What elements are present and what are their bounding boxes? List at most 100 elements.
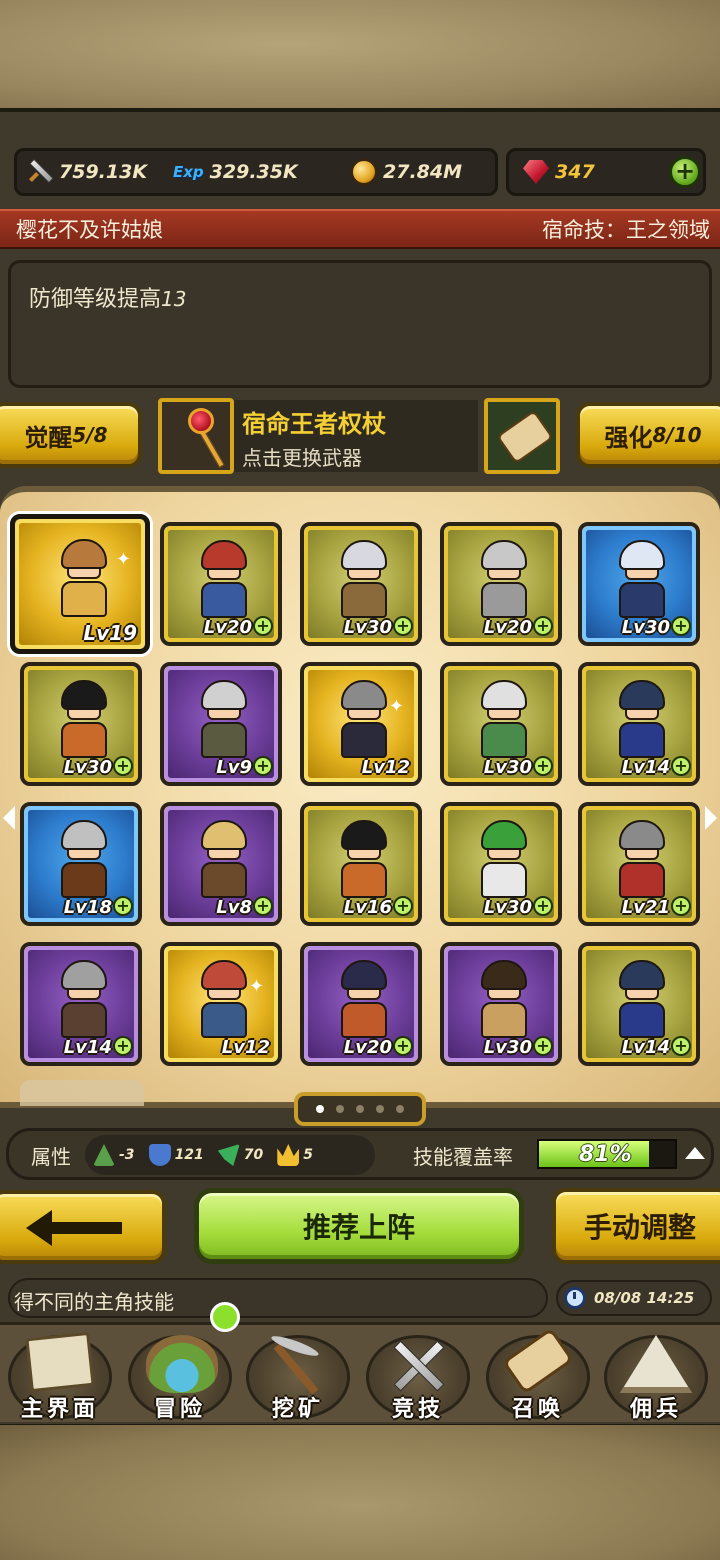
attr-shield-value: 121 (174, 1147, 204, 1163)
level-up-plus-icon[interactable]: + (113, 896, 133, 916)
weapon-name: 宿命王者权杖 (242, 410, 386, 438)
pickaxe-icon (262, 1332, 334, 1395)
hero-level: Lv30 (63, 757, 112, 778)
hero-card[interactable]: Lv14 + (20, 942, 142, 1066)
hero-card[interactable]: Lv8 + (160, 802, 282, 926)
clock-icon (564, 1287, 586, 1309)
add-gems-button[interactable]: + (669, 156, 701, 188)
expand-caret-icon[interactable] (685, 1147, 705, 1159)
hero-card[interactable]: Lv20 + (160, 522, 282, 646)
level-up-plus-icon[interactable]: + (113, 756, 133, 776)
hero-card[interactable]: Lv30 + (440, 802, 562, 926)
hero-level: Lv14 (63, 1037, 112, 1058)
hero-card[interactable]: Lv14 + (578, 942, 700, 1066)
hero-card[interactable]: ✦ Lv19 (10, 514, 150, 654)
weapon-slot[interactable] (158, 398, 234, 474)
prev-page-arrow-icon[interactable] (3, 806, 15, 830)
hero-sprite (335, 680, 393, 762)
attr-shield: 121 (148, 1144, 204, 1166)
page-dot[interactable] (376, 1105, 384, 1113)
back-button[interactable] (0, 1190, 166, 1264)
nav-summon-label: 召唤 (511, 1397, 564, 1422)
nav-main[interactable]: 主界面 (2, 1329, 118, 1422)
hero-card[interactable]: Lv20 + (300, 942, 422, 1066)
level-up-plus-icon[interactable]: + (253, 896, 273, 916)
nav-mercenary[interactable]: 佣兵 (598, 1329, 714, 1422)
sparkle-icon: ✦ (115, 549, 131, 570)
nav-mining[interactable]: 挖矿 (240, 1329, 356, 1422)
awaken-button[interactable]: 觉醒 5/8 (0, 402, 142, 468)
nature-icon (93, 1144, 115, 1166)
page-dot[interactable] (396, 1105, 404, 1113)
weapon-hint: 点击更换武器 (242, 446, 362, 470)
gold-resource: 27.84M (351, 151, 462, 193)
skill-coverage-value: 81% (579, 1142, 632, 1167)
next-page-arrow-icon[interactable] (705, 806, 717, 830)
crown-icon (277, 1144, 300, 1166)
exp-resource: Exp 329.35K (173, 151, 298, 193)
level-up-plus-icon[interactable]: + (393, 616, 413, 636)
gold-value: 27.84M (383, 161, 463, 183)
hero-card[interactable]: Lv20 + (440, 522, 562, 646)
level-up-plus-icon[interactable]: + (671, 616, 691, 636)
hero-level: Lv19 (83, 621, 137, 645)
description-text: 防御等级提高 (29, 287, 162, 312)
hero-card[interactable]: Lv16 + (300, 802, 422, 926)
weapon-info[interactable]: 宿命王者权杖 点击更换武器 (234, 400, 478, 472)
hero-sprite (195, 820, 253, 902)
hero-card[interactable]: ✦ Lv12 (300, 662, 422, 786)
skill-scroll-slot[interactable] (484, 398, 560, 474)
hero-sprite (195, 540, 253, 622)
level-up-plus-icon[interactable]: + (671, 896, 691, 916)
level-up-plus-icon[interactable]: + (393, 1036, 413, 1056)
island-icon (146, 1335, 218, 1393)
manual-adjust-button[interactable]: 手动调整 (552, 1188, 720, 1264)
recommend-deploy-button[interactable]: 推荐上阵 (194, 1188, 524, 1264)
level-up-plus-icon[interactable]: + (533, 756, 553, 776)
hero-sprite (55, 820, 113, 902)
hero-sprite (613, 960, 671, 1042)
hero-card[interactable]: Lv18 + (20, 802, 142, 926)
hero-card[interactable]: Lv30 + (578, 522, 700, 646)
nav-summon[interactable]: 召唤 (480, 1327, 596, 1422)
hero-level: Lv30 (483, 757, 532, 778)
hero-name-bar: 樱花不及许姑娘 宿命技：王之领域 (0, 209, 720, 249)
gem-resource: 347 (523, 151, 595, 193)
page-dot[interactable] (336, 1105, 344, 1113)
level-up-plus-icon[interactable]: + (253, 756, 273, 776)
hero-card[interactable]: ✦ Lv12 (160, 942, 282, 1066)
hero-card[interactable]: Lv30 + (440, 942, 562, 1066)
hero-card[interactable]: Lv30 + (20, 662, 142, 786)
hero-card[interactable]: Lv21 + (578, 802, 700, 926)
hero-level: Lv20 (483, 617, 532, 638)
page-dot[interactable] (316, 1105, 324, 1113)
level-up-plus-icon[interactable]: + (113, 1036, 133, 1056)
level-up-plus-icon[interactable]: + (393, 896, 413, 916)
enhance-button[interactable]: 强化 8/10 (576, 402, 720, 468)
hero-level: Lv30 (621, 617, 670, 638)
level-up-plus-icon[interactable]: + (533, 1036, 553, 1056)
hero-card[interactable]: Lv9 + (160, 662, 282, 786)
level-up-plus-icon[interactable]: + (533, 896, 553, 916)
hero-level: Lv20 (203, 617, 252, 638)
hero-card[interactable]: Lv30 + (440, 662, 562, 786)
gem-bar: 347 + (506, 148, 706, 196)
hero-card[interactable]: Lv30 + (300, 522, 422, 646)
hero-name: 樱花不及许姑娘 (16, 218, 163, 242)
crossed-swords-icon (382, 1335, 454, 1393)
page-dot[interactable] (356, 1105, 364, 1113)
hero-level: Lv16 (343, 897, 392, 918)
nav-adventure[interactable]: 冒险 (122, 1329, 238, 1422)
hero-card[interactable]: Lv14 + (578, 662, 700, 786)
nav-arena[interactable]: 竞技 (360, 1329, 476, 1422)
hero-level: Lv30 (483, 1037, 532, 1058)
level-up-plus-icon[interactable]: + (671, 756, 691, 776)
exp-icon: Exp (173, 163, 204, 181)
level-up-plus-icon[interactable]: + (253, 616, 273, 636)
level-up-plus-icon[interactable]: + (671, 1036, 691, 1056)
attribute-label: 属性 (31, 1145, 71, 1169)
attr-wing: 70 (217, 1144, 263, 1166)
fate-skill[interactable]: 宿命技：王之领域 (542, 214, 710, 244)
attribute-items: -3 121 70 5 (85, 1135, 375, 1175)
level-up-plus-icon[interactable]: + (533, 616, 553, 636)
